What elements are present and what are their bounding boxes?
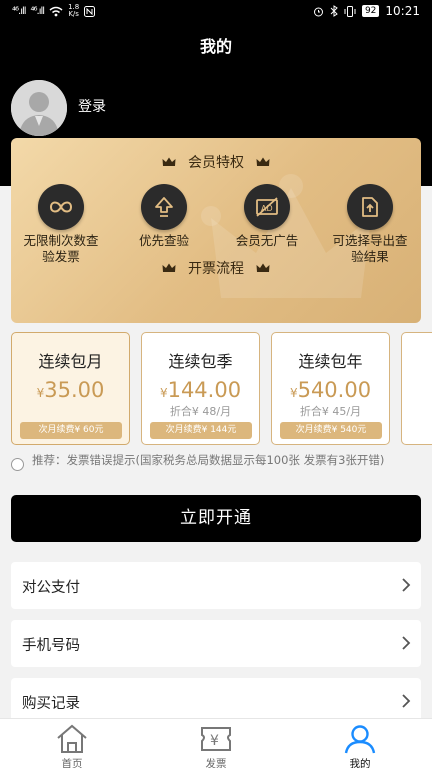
renewal-badge: 次月续费¥ 60元 — [20, 422, 122, 439]
chevron-right-icon — [402, 636, 411, 650]
battery-icon: 92 — [361, 5, 380, 17]
user-icon — [288, 724, 432, 754]
avatar[interactable] — [11, 80, 67, 136]
currency-symbol: ¥ — [289, 386, 298, 400]
menu-label: 手机号码 — [22, 638, 80, 654]
plan-per-month — [12, 403, 129, 417]
plan-price: ¥35.00 — [12, 378, 129, 402]
tab-label: 我的 — [349, 758, 371, 768]
tab-label: 首页 — [61, 758, 83, 768]
benefit-label-line1: 可选择导出查 — [332, 233, 408, 248]
tab-home[interactable]: 首页 — [0, 719, 144, 768]
invoice-flow-heading[interactable]: 开票流程 — [11, 258, 421, 278]
plan-monthly[interactable]: 连续包月 ¥35.00 次月续费¥ 60元 — [11, 332, 130, 445]
svg-text:¥: ¥ — [210, 733, 219, 749]
invoice-flow-title: 开票流程 — [188, 261, 244, 277]
crown-icon — [162, 157, 176, 166]
crown-icon — [162, 263, 176, 272]
price-value: 540.00 — [297, 378, 372, 402]
plan-name: 连续包年 — [298, 352, 363, 371]
no-ads-icon: AD — [244, 184, 290, 230]
price-value: 144.00 — [167, 378, 242, 402]
crown-icon — [256, 157, 270, 166]
login-link[interactable]: 登录 — [78, 96, 106, 116]
plan-price: ¥540.00 — [272, 378, 389, 402]
plan-yearly[interactable]: 连续包年 ¥540.00 折合¥ 45/月 次月续费¥ 540元 — [271, 332, 390, 445]
network-speed: 1.8 K/s — [68, 4, 79, 18]
benefit-label-line1: 无限制次数查 — [23, 233, 99, 248]
plan-name: 连续包季 — [168, 352, 233, 371]
vibrate-icon — [344, 5, 356, 17]
tab-mine[interactable]: 我的 — [288, 719, 432, 768]
invoice-icon: ¥ — [144, 724, 288, 754]
vip-privileges-title: 会员特权 — [188, 155, 244, 171]
recommendation-text: 推荐：发票错误提示(国家税务总局数据显示每100张 发票有3张开错) — [32, 453, 385, 467]
plan-next-partial[interactable] — [401, 332, 432, 445]
chevron-right-icon — [402, 578, 411, 592]
menu-corporate-payment[interactable]: 对公支付 — [11, 562, 421, 609]
vip-privileges-card: 会员特权 无限制次数查 验发票 优先查验 AD 会员无广告 可选择导出查 验结果 开… — [11, 138, 421, 323]
tab-label: 发票 — [205, 758, 227, 768]
vip-privileges-heading: 会员特权 — [11, 152, 421, 172]
crown-icon — [256, 263, 270, 272]
bottom-tab-bar: 首页 ¥ 发票 我的 — [0, 718, 432, 768]
recommend-radio[interactable] — [11, 458, 24, 471]
tab-invoice[interactable]: ¥ 发票 — [144, 719, 288, 768]
clock: 10:21 — [385, 4, 420, 18]
priority-up-icon — [141, 184, 187, 230]
benefit-priority: 优先查验 — [109, 184, 219, 249]
speed-unit: K/s — [68, 10, 79, 18]
plan-quarterly[interactable]: 连续包季 ¥144.00 折合¥ 48/月 次月续费¥ 144元 — [141, 332, 260, 445]
open-membership-button[interactable]: 立即开通 — [11, 495, 421, 542]
page-title: 我的 — [199, 37, 232, 56]
menu-label: 对公支付 — [22, 580, 80, 596]
chevron-right-icon — [402, 694, 411, 708]
plan-list: 连续包月 ¥35.00 次月续费¥ 60元 连续包季 ¥144.00 折合¥ 4… — [11, 332, 432, 447]
plan-per-month: 折合¥ 45/月 — [299, 405, 362, 418]
menu-phone-number[interactable]: 手机号码 — [11, 620, 421, 667]
nfc-icon — [84, 5, 96, 17]
benefit-label-line1: 优先查验 — [138, 233, 189, 248]
export-icon — [347, 184, 393, 230]
price-value: 35.00 — [44, 378, 105, 402]
alarm-icon — [313, 7, 323, 16]
home-icon — [0, 724, 144, 754]
renewal-badge: 次月续费¥ 540元 — [280, 422, 382, 439]
benefit-export: 可选择导出查 验结果 — [315, 184, 421, 265]
status-bar: ⁴⁶.ıll ⁴⁶.ıll 1.8 K/s 92 10:21 — [0, 0, 432, 24]
benefit-label-line1: 会员无广告 — [235, 233, 299, 248]
signal-icon-2: ⁴⁶.ıll — [30, 5, 45, 17]
bluetooth-icon — [330, 5, 338, 17]
currency-symbol: ¥ — [159, 386, 168, 400]
renewal-badge: 次月续费¥ 144元 — [150, 422, 252, 439]
wifi-icon — [49, 6, 63, 16]
default-avatar-icon — [11, 80, 67, 136]
signal-icon: ⁴⁶.ıll — [12, 5, 26, 17]
benefit-no-ads: AD 会员无广告 — [212, 184, 322, 249]
menu-label: 购买记录 — [22, 696, 80, 712]
benefit-unlimited: 无限制次数查 验发票 — [11, 184, 116, 265]
infinity-icon — [38, 184, 84, 230]
plan-price: ¥144.00 — [142, 378, 259, 402]
plan-name: 连续包月 — [38, 352, 103, 371]
plan-per-month: 折合¥ 48/月 — [169, 405, 232, 418]
